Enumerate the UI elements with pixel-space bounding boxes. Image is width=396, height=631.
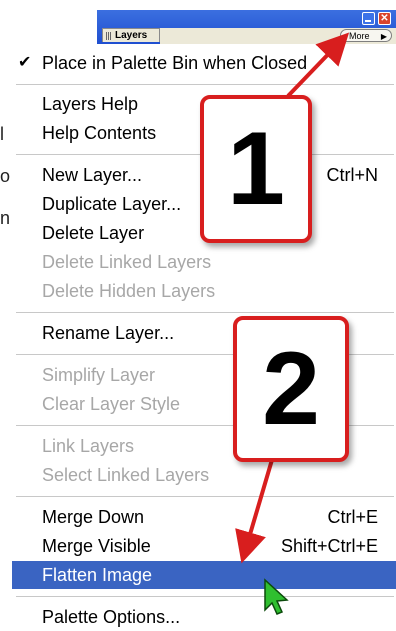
callout-1-arrow [286, 32, 350, 98]
step-1-callout: 1 [200, 95, 312, 243]
step-2-callout: 2 [233, 316, 349, 462]
mouse-cursor-icon [264, 578, 289, 615]
callout-2-arrow [235, 452, 276, 564]
